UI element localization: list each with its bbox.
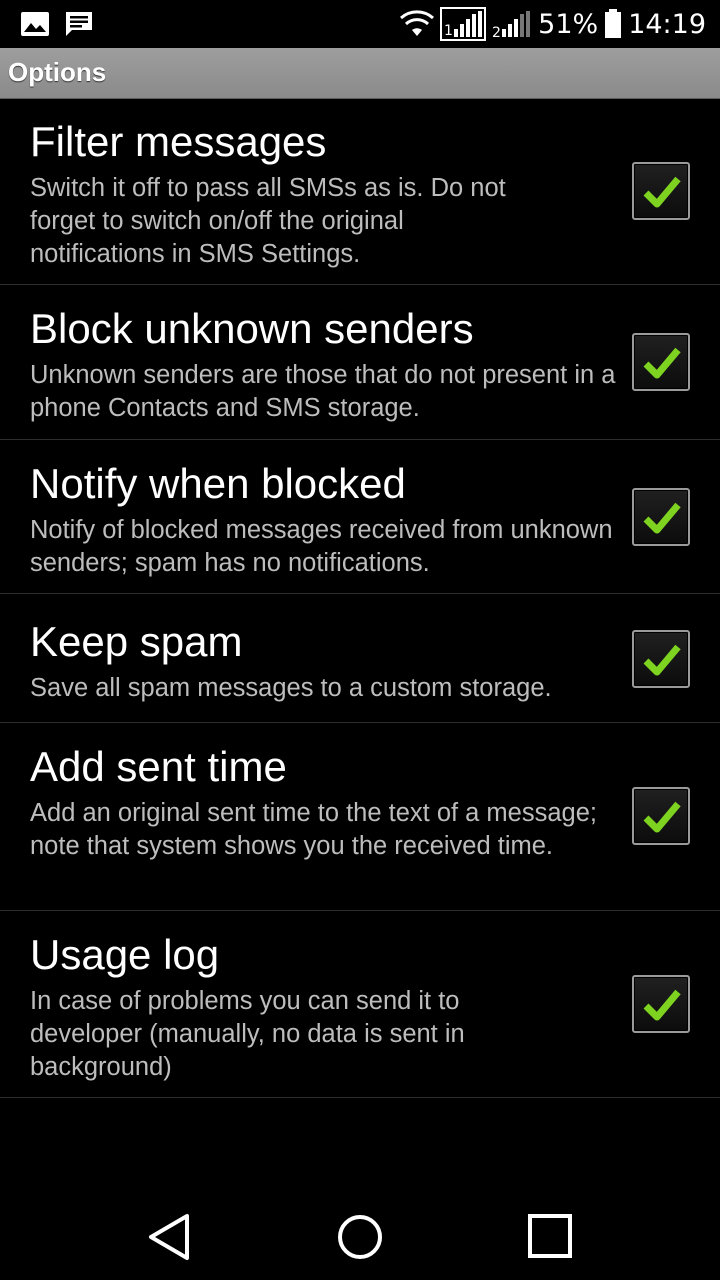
option-block-unknown-senders[interactable]: Block unknown senders Unknown senders ar…	[0, 285, 720, 440]
option-usage-log[interactable]: Usage log In case of problems you can se…	[0, 911, 720, 1098]
option-summary: Add an original sent time to the text of…	[30, 799, 597, 860]
options-list: Filter messages Switch it off to pass al…	[0, 98, 720, 1098]
signal-sim1-icon: 1	[440, 7, 487, 41]
signal-sim2-icon: 2	[492, 7, 532, 41]
option-summary: Unknown senders are those that do not pr…	[30, 361, 616, 422]
status-time: 14:19	[628, 8, 706, 40]
checkmark-icon	[643, 989, 681, 1021]
option-summary: Notify of blocked messages received from…	[30, 516, 613, 577]
checkmark-icon	[643, 644, 681, 676]
battery-icon	[604, 9, 622, 39]
add-sent-time-checkbox[interactable]	[632, 787, 690, 845]
image-icon	[20, 10, 50, 42]
page-title: Options	[8, 57, 107, 87]
option-notify-when-blocked[interactable]: Notify when blocked Notify of blocked me…	[0, 440, 720, 594]
checkmark-icon	[643, 347, 681, 379]
option-filter-messages[interactable]: Filter messages Switch it off to pass al…	[0, 98, 720, 285]
checkmark-icon	[643, 801, 681, 833]
back-icon[interactable]	[145, 1212, 195, 1266]
option-add-sent-time[interactable]: Add sent time Add an original sent time …	[0, 723, 720, 911]
option-summary: In case of problems you can send it to d…	[30, 987, 465, 1081]
battery-percent: 51%	[538, 8, 599, 40]
checkmark-icon	[643, 502, 681, 534]
usage-log-checkbox[interactable]	[632, 975, 690, 1033]
svg-text:1: 1	[444, 23, 453, 39]
option-summary: Switch it off to pass all SMSs as is. Do…	[30, 174, 506, 268]
notify-when-blocked-checkbox[interactable]	[632, 488, 690, 546]
option-summary: Save all spam messages to a custom stora…	[30, 674, 552, 702]
svg-text:2: 2	[492, 25, 501, 41]
filter-messages-checkbox[interactable]	[632, 162, 690, 220]
wifi-icon	[400, 10, 435, 38]
checkmark-icon	[643, 176, 681, 208]
option-title: Usage log	[30, 931, 220, 978]
option-title: Keep spam	[30, 618, 243, 665]
option-title: Block unknown senders	[30, 305, 474, 352]
option-title: Add sent time	[30, 743, 287, 790]
block-unknown-senders-checkbox[interactable]	[632, 333, 690, 391]
status-bar: 1 2 51% 14:19	[0, 0, 720, 48]
home-icon[interactable]	[335, 1212, 385, 1266]
navigation-bar	[0, 1190, 720, 1280]
keep-spam-checkbox[interactable]	[632, 630, 690, 688]
header-bar: Options	[0, 48, 720, 99]
option-title: Filter messages	[30, 118, 327, 165]
option-keep-spam[interactable]: Keep spam Save all spam messages to a cu…	[0, 594, 720, 723]
recents-icon[interactable]	[526, 1212, 574, 1264]
message-icon	[64, 10, 94, 42]
option-title: Notify when blocked	[30, 460, 406, 507]
